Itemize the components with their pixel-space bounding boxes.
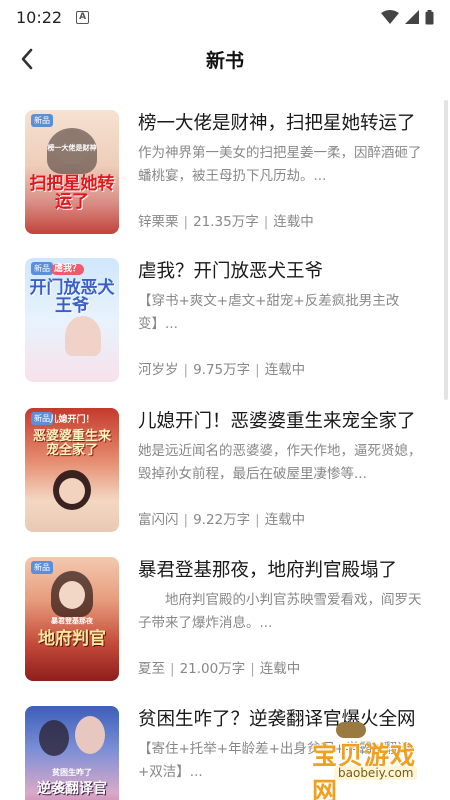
status-time: 10:22 bbox=[16, 7, 63, 27]
book-word-count: 21.00万字 bbox=[179, 661, 246, 677]
book-status: 连载中 bbox=[259, 661, 301, 677]
book-cover[interactable]: 贫困生咋了 逆袭翻译官 bbox=[25, 706, 119, 800]
book-item[interactable]: 新品 虐我？ 开门放恶犬王爷 虐我？开门放恶犬王爷 【穿书+爽文+虐文+甜宠+反… bbox=[0, 238, 450, 382]
signal-icon bbox=[405, 10, 419, 24]
book-item[interactable]: 新品 榜一大佬是财神 扫把星她转运了 榜一大佬是财神，扫把星她转运了 作为神界第… bbox=[0, 90, 450, 234]
book-status: 连载中 bbox=[273, 214, 314, 230]
notification-icon: A bbox=[76, 10, 90, 24]
cover-title: 地府判官 bbox=[38, 629, 106, 649]
book-author: 锌栗栗 bbox=[138, 214, 179, 230]
wifi-icon bbox=[381, 10, 399, 24]
watermark-url: baobeiy.com bbox=[334, 766, 418, 780]
watermark-logo: 宝贝游戏网 baobeiy.com bbox=[300, 722, 440, 800]
book-title: 暴君登基那夜，地府判官殿塌了 bbox=[138, 560, 398, 581]
status-icons bbox=[381, 9, 434, 25]
battery-icon bbox=[425, 9, 434, 24]
book-status: 连载中 bbox=[264, 362, 306, 378]
status-bar: 10:22 A bbox=[0, 0, 450, 34]
back-button[interactable] bbox=[14, 46, 40, 72]
book-word-count: 9.75万字 bbox=[193, 362, 251, 378]
app-header: 新书 bbox=[0, 34, 450, 84]
cover-title: 逆袭翻译官 bbox=[37, 781, 107, 797]
book-word-count: 21.35万字 bbox=[193, 214, 259, 230]
book-author: 河岁岁 bbox=[138, 362, 179, 378]
book-list: 新品 榜一大佬是财神 扫把星她转运了 榜一大佬是财神，扫把星她转运了 作为神界第… bbox=[0, 90, 450, 800]
cover-title: 恶婆婆重生来宠全家了 bbox=[32, 429, 111, 458]
cover-subtitle: 虐我？ bbox=[51, 264, 85, 276]
book-cover[interactable]: 新品 虐我？ 开门放恶犬王爷 bbox=[25, 258, 119, 382]
book-description: 她是远近闻名的恶婆婆，作天作地，逼死贤媳，毁掉孙女前程，最后在破屋里凄惨等... bbox=[138, 443, 422, 482]
cover-subtitle: 暴君登基那夜 bbox=[51, 616, 93, 625]
book-meta: 富闪闪 | 9.22万字 | 连载中 bbox=[138, 512, 306, 528]
book-title: 儿媳开门！恶婆婆重生来宠全家了 bbox=[138, 411, 416, 432]
book-author: 富闪闪 bbox=[138, 512, 179, 528]
cover-subtitle: 儿媳开门！ bbox=[49, 415, 95, 425]
cover-badge: 新品 bbox=[31, 262, 53, 275]
book-item[interactable]: 新品 暴君登基那夜 地府判官 暴君登基那夜，地府判官殿塌了 地府判官殿的小判官苏… bbox=[0, 537, 450, 681]
cover-title: 扫把星她转运了 bbox=[29, 174, 115, 212]
book-author: 夏至 bbox=[138, 661, 165, 677]
book-description: 地府判官殿的小判官苏映雪爱看戏，阎罗天子带来了爆炸消息。... bbox=[138, 592, 422, 631]
page-title: 新书 bbox=[205, 49, 244, 72]
cover-title: 开门放恶犬王爷 bbox=[29, 278, 115, 316]
cover-subtitle: 榜一大佬是财神 bbox=[47, 143, 97, 152]
cover-badge: 新品 bbox=[31, 561, 53, 574]
book-status: 连载中 bbox=[264, 512, 306, 528]
book-meta: 河岁岁 | 9.75万字 | 连载中 bbox=[138, 362, 306, 378]
book-cover[interactable]: 新品 暴君登基那夜 地府判官 bbox=[25, 557, 119, 681]
book-meta: 夏至 | 21.00万字 | 连载中 bbox=[138, 661, 301, 677]
book-title: 榜一大佬是财神，扫把星她转运了 bbox=[138, 113, 416, 134]
book-description: 作为神界第一美女的扫把星姜一柔，因醉酒砸了蟠桃宴，被王母扔下凡历劫。... bbox=[138, 145, 422, 184]
book-meta: 锌栗栗 | 21.35万字 | 连载中 bbox=[138, 214, 314, 230]
book-title: 虐我？开门放恶犬王爷 bbox=[138, 261, 324, 282]
book-item[interactable]: 新品 儿媳开门！ 恶婆婆重生来宠全家了 儿媳开门！恶婆婆重生来宠全家了 她是远近… bbox=[0, 388, 450, 532]
chevron-left-icon bbox=[21, 48, 33, 70]
cover-subtitle: 贫困生咋了 bbox=[52, 767, 92, 777]
book-cover[interactable]: 新品 儿媳开门！ 恶婆婆重生来宠全家了 bbox=[25, 408, 119, 532]
book-description: 【穿书+爽文+虐文+甜宠+反差疯批男主改变】... bbox=[138, 293, 400, 332]
book-cover[interactable]: 新品 榜一大佬是财神 扫把星她转运了 bbox=[25, 110, 119, 234]
cover-badge: 新品 bbox=[31, 114, 53, 127]
book-word-count: 9.22万字 bbox=[193, 512, 251, 528]
